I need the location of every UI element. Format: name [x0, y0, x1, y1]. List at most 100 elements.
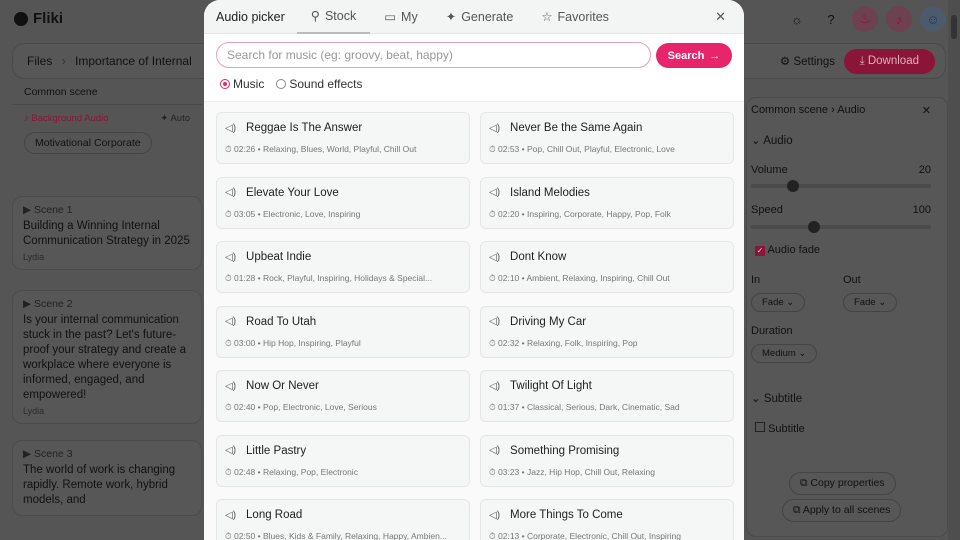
star-icon: ☆ [541, 10, 553, 24]
track-card[interactable]: ◁) Island Melodies ⏱ 02:20 • Inspiring, Co… [480, 176, 734, 229]
sun-icon[interactable]: ☼ [784, 6, 810, 32]
duration-select[interactable]: Medium ⌄ [751, 344, 818, 363]
speaker-icon[interactable]: ◁) [489, 187, 500, 198]
duration-value: Medium [762, 348, 796, 359]
scene-card[interactable]: ▶ Scene 2 Is your internal communication… [12, 290, 202, 424]
subtitle-checkbox-label: Subtitle [768, 423, 805, 435]
audio-fade-label: Audio fade [767, 244, 821, 256]
bell-icon[interactable]: ♪ [886, 6, 912, 32]
track-duration-tags: 02:26 • Relaxing, Blues, World, Playful,… [234, 144, 417, 154]
track-title-row: ◁) Upbeat Indie [225, 251, 461, 263]
radio-sound-effects[interactable]: Sound effects [276, 77, 363, 91]
tab-my[interactable]: ▭ My [370, 0, 431, 34]
volume-slider-handle[interactable] [787, 180, 799, 192]
search-button[interactable]: Search → [656, 43, 732, 68]
scene-card[interactable]: ▶ Scene 1 Building a Winning Internal Co… [12, 196, 202, 270]
track-card[interactable]: ◁) Twilight Of Light ⏱ 01:37 • Classical, … [480, 370, 734, 422]
track-card[interactable]: ◁) Something Promising ⏱ 03:23 • Jazz, Hip… [480, 434, 734, 487]
in-value: Fade [762, 297, 784, 308]
track-card[interactable]: ◁) Reggae Is The Answer ⏱ 02:26 • Relaxing… [216, 112, 470, 164]
volume-slider[interactable] [751, 180, 931, 192]
scene-card[interactable]: ▶ Scene 3 The world of work is changing … [12, 440, 202, 516]
help-icon[interactable]: ? [818, 6, 844, 32]
track-meta: ⏱ 02:13 • Corporate, Electronic, Chill O… [489, 531, 725, 540]
audio-fade-checkbox[interactable]: ✓ Audio fade [755, 244, 931, 256]
subtitle-section-header[interactable]: ⌄ Subtitle [751, 391, 931, 405]
track-card[interactable]: ◁) Dont Know ⏱ 02:10 • Ambient, Relaxing, … [480, 241, 734, 293]
track-card[interactable]: ◁) More Things To Come ⏱ 02:13 • Corporate… [480, 499, 734, 540]
speaker-icon[interactable]: ◁) [225, 123, 236, 134]
search-input[interactable] [216, 42, 651, 68]
speaker-icon[interactable]: ◁) [489, 123, 500, 134]
timer-icon: ⏱ [225, 337, 232, 348]
properties-breadcrumb: Common scene › Audio ✕ [751, 104, 931, 117]
track-card[interactable]: ◁) Now Or Never ⏱ 02:40 • Pop, Electronic,… [216, 370, 470, 422]
fire-icon[interactable]: ♨ [852, 6, 878, 32]
audio-type-radio-group: Music Sound effects [220, 77, 363, 91]
radio-music[interactable]: Music [220, 77, 264, 91]
speaker-icon[interactable]: ◁) [225, 316, 236, 327]
auto-button[interactable]: ✦ Auto [160, 113, 190, 124]
scene-text[interactable]: Building a Winning Internal Communicatio… [23, 219, 191, 249]
audio-section-header[interactable]: ⌄ Audio [751, 133, 931, 147]
speed-slider[interactable] [751, 221, 931, 233]
page-scrollbar[interactable] [948, 0, 960, 540]
speaker-icon[interactable]: ◁) [489, 316, 500, 327]
speaker-icon[interactable]: ◁) [489, 510, 500, 521]
download-button[interactable]: ⤓ Download [843, 49, 935, 74]
close-icon[interactable]: ✕ [922, 104, 931, 117]
speaker-icon[interactable]: ◁) [489, 252, 500, 263]
audio-chip[interactable]: Motivational Corporate [24, 132, 152, 154]
scene-voice[interactable]: Lydia [23, 406, 191, 416]
speed-slider-handle[interactable] [808, 221, 820, 233]
track-card[interactable]: ◁) Never Be the Same Again ⏱ 02:53 • Pop, … [480, 112, 734, 164]
apply-all-button[interactable]: ⧉ Apply to all scenes [782, 499, 902, 522]
track-duration-tags: 02:10 • Ambient, Relaxing, Inspiring, Ch… [498, 273, 670, 283]
tab-favorites[interactable]: ☆ Favorites [527, 0, 623, 34]
common-scene-title: Common scene [12, 80, 202, 105]
track-card[interactable]: ◁) Little Pastry ⏱ 02:48 • Relaxing, Pop, … [216, 434, 470, 487]
speaker-icon[interactable]: ◁) [225, 252, 236, 263]
scene-text[interactable]: The world of work is changing rapidly. R… [23, 463, 191, 508]
track-card[interactable]: ◁) Elevate Your Love ⏱ 03:05 • Electronic,… [216, 176, 470, 229]
user-icon[interactable]: ☺ [920, 6, 946, 32]
checkbox-checked-icon: ✓ [755, 246, 765, 256]
out-select[interactable]: Fade ⌄ [843, 293, 898, 312]
scene-text[interactable]: Is your internal communication stuck in … [23, 313, 191, 403]
speaker-icon[interactable]: ◁) [225, 381, 236, 392]
timer-icon: ⏱ [489, 144, 496, 154]
copy-properties-button[interactable]: ⧉ Copy properties [789, 472, 896, 495]
track-title-row: ◁) Long Road [225, 509, 461, 521]
timer-icon: ⏱ [489, 402, 496, 412]
track-card[interactable]: ◁) Road To Utah ⏱ 03:00 • Hip Hop, Inspiri… [216, 305, 470, 358]
in-label: In Out [751, 274, 931, 286]
tab-generate[interactable]: ✦ Generate [432, 0, 528, 34]
track-card[interactable]: ◁) Upbeat Indie ⏱ 01:28 • Rock, Playful, I… [216, 241, 470, 293]
speaker-icon[interactable]: ◁) [489, 445, 500, 456]
track-card[interactable]: ◁) Long Road ⏱ 02:50 • Blues, Kids & Famil… [216, 499, 470, 540]
track-card[interactable]: ◁) Driving My Car ⏱ 02:32 • Relaxing, Folk… [480, 305, 734, 358]
track-title-row: ◁) Something Promising [489, 445, 725, 457]
scrollbar-thumb[interactable] [951, 15, 957, 39]
scene-voice[interactable]: Lydia [23, 252, 191, 262]
subtitle-checkbox[interactable]: Subtitle [755, 422, 931, 435]
speaker-icon[interactable]: ◁) [225, 187, 236, 198]
close-icon[interactable]: ✕ [715, 9, 726, 25]
volume-value: 20 [918, 164, 931, 176]
track-title-row: ◁) Reggae Is The Answer [225, 122, 461, 134]
track-title-row: ◁) More Things To Come [489, 509, 725, 521]
in-select[interactable]: Fade ⌄ [751, 293, 806, 312]
tab-stock[interactable]: ⚲ Stock [296, 0, 371, 34]
track-title-row: ◁) Now Or Never [225, 380, 461, 392]
scene-label: ▶ Scene 2 [23, 298, 73, 310]
background-audio-row[interactable]: ♪ Background Audio ✦ Auto [24, 113, 190, 124]
speaker-icon[interactable]: ◁) [225, 445, 236, 456]
speaker-icon[interactable]: ◁) [225, 510, 236, 521]
breadcrumb-files[interactable]: Files [27, 54, 52, 68]
speaker-icon[interactable]: ◁) [489, 381, 500, 392]
logo[interactable]: Fliki [14, 10, 63, 27]
apply-all-label: Apply to all scenes [802, 504, 891, 516]
settings-button[interactable]: ⚙ Settings [780, 54, 835, 68]
track-title-row: ◁) Island Melodies [489, 187, 725, 199]
track-list[interactable]: ◁) Reggae Is The Answer ⏱ 02:26 • Relaxing… [204, 101, 744, 540]
